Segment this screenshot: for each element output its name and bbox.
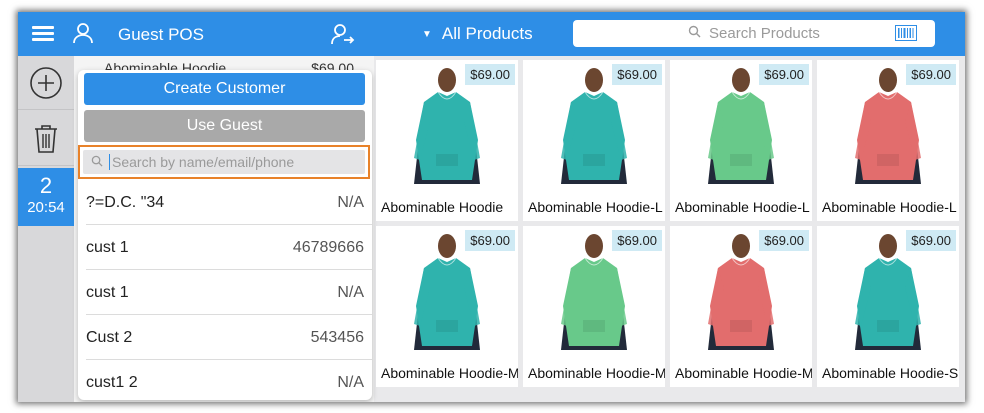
app-title: Guest POS xyxy=(118,25,204,44)
customer-name: Cust 2 xyxy=(86,328,133,346)
customer-name: ?=D.C. "34 xyxy=(86,193,165,211)
product-price: $69.00 xyxy=(465,64,515,85)
add-order-button[interactable] xyxy=(18,56,74,110)
customer-phone: N/A xyxy=(337,193,364,211)
left-rail: 2 20:54 xyxy=(18,56,74,402)
product-price: $69.00 xyxy=(906,64,956,85)
barcode-icon[interactable] xyxy=(895,25,917,45)
create-customer-button[interactable]: Create Customer xyxy=(84,73,365,105)
caret-down-icon: ▼ xyxy=(422,28,432,40)
customer-name: cust 1 xyxy=(86,283,129,301)
customer-row[interactable]: ?=D.C. "34 N/A xyxy=(78,180,372,225)
product-name: Abominable Hoodie-L xyxy=(528,199,663,215)
product-card[interactable]: $69.00 Abominable Hoodie xyxy=(376,60,518,221)
product-card[interactable]: $69.00 Abominable Hoodie-M xyxy=(670,226,812,387)
customer-name: cust 1 xyxy=(86,238,129,256)
product-price: $69.00 xyxy=(759,64,809,85)
order-number: 2 xyxy=(39,173,53,198)
customer-row[interactable]: cust1 2 N/A xyxy=(78,360,372,400)
customer-phone: N/A xyxy=(337,283,364,301)
customer-name: cust1 2 xyxy=(86,373,138,391)
search-icon xyxy=(688,25,701,42)
delete-order-button[interactable] xyxy=(18,112,74,166)
product-name: Abominable Hoodie-M xyxy=(381,365,518,381)
product-card[interactable]: $69.00 Abominable Hoodie-L xyxy=(670,60,812,221)
product-card[interactable]: $69.00 Abominable Hoodie-M xyxy=(523,226,665,387)
order-tab[interactable]: 2 20:54 xyxy=(18,168,74,226)
product-name: Abominable Hoodie-M xyxy=(675,365,812,381)
product-name: Abominable Hoodie xyxy=(381,199,504,215)
product-price: $69.00 xyxy=(906,230,956,251)
product-price: $69.00 xyxy=(612,230,662,251)
customer-list: ?=D.C. "34 N/A cust 1 46789666 cust 1 N/… xyxy=(78,180,372,400)
trash-icon xyxy=(35,124,57,153)
product-name: Abominable Hoodie-L xyxy=(822,199,957,215)
customer-popup: Create Customer Use Guest Search by name… xyxy=(78,70,372,400)
product-card[interactable]: $69.00 Abominable Hoodie-L xyxy=(817,60,959,221)
product-price: $69.00 xyxy=(465,230,515,251)
use-guest-button[interactable]: Use Guest xyxy=(84,110,365,142)
top-bar: Guest POS ▼ All Products Search Products xyxy=(18,12,965,56)
customer-row[interactable]: cust 1 N/A xyxy=(78,270,372,315)
category-label: All Products xyxy=(441,24,533,43)
customer-phone: 543456 xyxy=(310,328,364,346)
pos-window: Guest POS ▼ All Products Search Products… xyxy=(18,12,965,402)
plus-circle-icon xyxy=(30,66,62,99)
customer-phone: N/A xyxy=(337,373,364,391)
product-price: $69.00 xyxy=(759,230,809,251)
menu-icon[interactable] xyxy=(32,26,54,42)
product-name: Abominable Hoodie-S xyxy=(822,365,959,381)
product-card[interactable]: $69.00 Abominable Hoodie-S xyxy=(817,226,959,387)
user-icon[interactable] xyxy=(72,22,94,49)
product-name: Abominable Hoodie-M xyxy=(528,365,665,381)
product-card[interactable]: $69.00 Abominable Hoodie-M xyxy=(376,226,518,387)
customer-search-field[interactable]: Search by name/email/phone xyxy=(78,145,370,179)
search-icon xyxy=(91,154,103,170)
category-dropdown[interactable]: ▼ All Products xyxy=(422,24,533,44)
product-price: $69.00 xyxy=(612,64,662,85)
customer-switch-icon[interactable] xyxy=(331,23,355,50)
customer-row[interactable]: Cust 2 543456 xyxy=(78,315,372,360)
customer-row[interactable]: cust 1 46789666 xyxy=(78,225,372,270)
customer-phone: 46789666 xyxy=(292,238,364,256)
product-search-input[interactable]: Search Products xyxy=(573,20,935,47)
product-search-placeholder: Search Products xyxy=(709,25,820,42)
product-card[interactable]: $69.00 Abominable Hoodie-L xyxy=(523,60,665,221)
order-time: 20:54 xyxy=(27,199,65,216)
customer-search-placeholder: Search by name/email/phone xyxy=(112,154,295,170)
product-name: Abominable Hoodie-L xyxy=(675,199,810,215)
